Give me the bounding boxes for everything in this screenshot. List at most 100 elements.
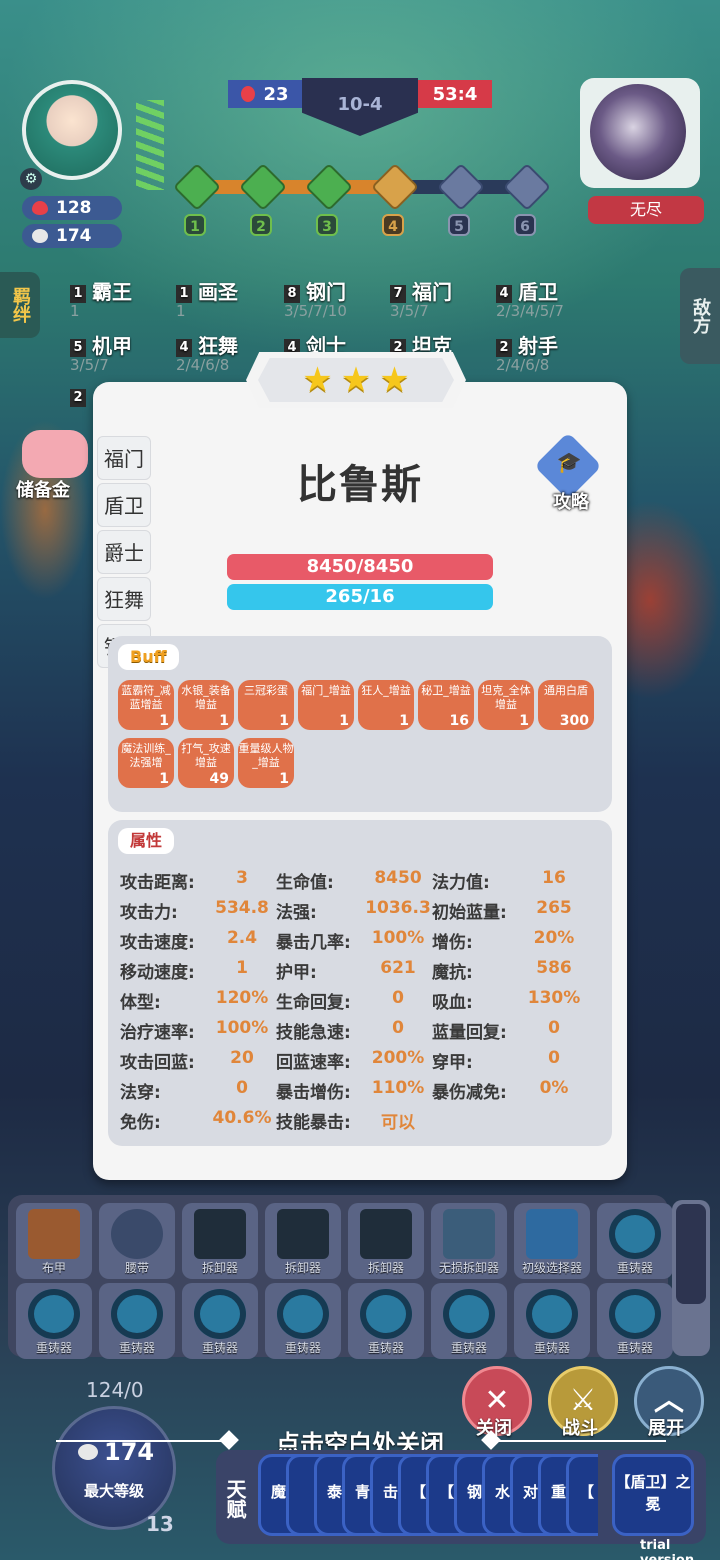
bench-slot-label: 拆卸器 (284, 1261, 321, 1275)
attribute-key: 魔抗: (432, 963, 473, 983)
bench-slot[interactable]: 初级选择器 (514, 1203, 590, 1279)
attribute-key: 生命回复: (276, 993, 351, 1013)
attribute-value: 8450 (374, 868, 422, 888)
buff-item[interactable]: 狂人_增益 1 (358, 680, 414, 730)
talent-cards: 魔泰青击【【钢水对重【 (258, 1454, 598, 1536)
trait-tab[interactable]: 爵士 (97, 530, 151, 574)
gear-icon (111, 1289, 163, 1339)
buff-item[interactable]: 水银_装备增益 1 (178, 680, 234, 730)
piggy-label: 储备金 (16, 480, 70, 501)
talent-card[interactable]: 【盾卫】之冕 (612, 1454, 694, 1536)
bench-slot[interactable]: 拆卸器 (265, 1203, 341, 1279)
bench-slot-label: 重铸器 (450, 1341, 487, 1355)
bench-slot[interactable]: 无损拆卸器 (431, 1203, 507, 1279)
buff-item[interactable]: 蓝霸符_减蓝增益 1 (118, 680, 174, 730)
buff-name: 魔法训练_法强增 (121, 742, 171, 769)
buff-item[interactable]: 魔法训练_法强增 1 (118, 738, 174, 788)
attribute-key: 攻击距离: (120, 873, 195, 893)
stage-progress (190, 180, 400, 194)
attribute-cell: 法力值: 16 (432, 868, 588, 898)
attribute-row: 体型: 120% 生命回复: 0 吸血: 130% (120, 988, 606, 1018)
synergy-item: 4 盾卫 (496, 276, 558, 305)
buff-item[interactable]: 打气_攻速增益 49 (178, 738, 234, 788)
bench-slot[interactable]: 重铸器 (99, 1283, 175, 1359)
enemy-name: 无尽 (588, 196, 704, 224)
bench-slot[interactable]: 重铸器 (182, 1283, 258, 1359)
settings-gear-icon[interactable]: ⚙ (20, 168, 42, 190)
attribute-cell: 生命回复: 0 (276, 988, 432, 1018)
bench-slot-label: 重铸器 (616, 1341, 653, 1355)
bench-slot[interactable]: 重铸器 (16, 1283, 92, 1359)
synergy-sub: 3/5/7 (390, 302, 429, 320)
synergy-tab[interactable]: 羁绊 (0, 272, 40, 338)
bench-slot[interactable]: 重铸器 (597, 1203, 673, 1279)
bench-slot[interactable]: 拆卸器 (348, 1203, 424, 1279)
buff-item[interactable]: 通用白盾 300 (538, 680, 594, 730)
attribute-key: 吸血: (432, 993, 473, 1013)
enemy-tab[interactable]: 敌方 (680, 268, 720, 364)
buff-list: 蓝霸符_减蓝增益 1 水银_装备增益 1 三冠彩蛋 1 福门_增益 1 狂人_增益 1 秘卫_增益 1… (118, 680, 608, 788)
attribute-key: 穿甲: (432, 1053, 473, 1073)
bench-slot-label: 腰带 (124, 1261, 149, 1275)
attribute-cell: 技能暴击: 可以 (276, 1108, 432, 1138)
buff-name: 三冠彩蛋 (244, 684, 288, 697)
buff-count: 1 (399, 713, 409, 729)
buff-name: 打气_攻速增益 (181, 742, 231, 769)
attribute-key: 技能急速: (276, 1023, 351, 1043)
strategy-button[interactable]: 🎓 攻略 (534, 432, 604, 513)
bench-slot[interactable]: 重铸器 (348, 1283, 424, 1359)
enemy-avatar[interactable] (580, 78, 700, 188)
graduation-cap-icon: 🎓 (556, 450, 582, 474)
scroll-thumb[interactable] (676, 1204, 706, 1304)
attribute-value: 621 (380, 958, 416, 978)
level-number: 13 (146, 1512, 174, 1536)
trait-tab[interactable]: 狂舞 (97, 577, 151, 621)
attribute-cell: 回蓝速率: 200% (276, 1048, 432, 1078)
star-icon: ★ (379, 360, 410, 400)
attribute-row: 免伤: 40.6% 技能暴击: 可以 (120, 1108, 606, 1138)
attribute-key: 暴击增伤: (276, 1083, 351, 1103)
bench-scrollbar[interactable] (672, 1200, 710, 1356)
bench-slot[interactable]: 重铸器 (265, 1283, 341, 1359)
buff-item[interactable]: 三冠彩蛋 1 (238, 680, 294, 730)
trait-tab[interactable]: 福门 (97, 436, 151, 480)
attribute-value: 120% (215, 988, 269, 1008)
remover-icon (360, 1209, 412, 1259)
synergy-item: 1 画圣 (176, 276, 238, 305)
attribute-cell: 攻击速度: 2.4 (120, 928, 276, 958)
attribute-row: 治疗速率: 100% 技能急速: 0 蓝量回复: 0 (120, 1018, 606, 1048)
mana-bar: 265/16 (227, 584, 493, 610)
synergy-item: 7 福门 (390, 276, 452, 305)
attribute-key: 暴击几率: (276, 933, 351, 953)
talent-card[interactable]: 【 (566, 1454, 598, 1536)
gold-value: 174 (56, 226, 92, 246)
hero-name: 比鲁斯 (297, 462, 423, 508)
attribute-cell: 吸血: 130% (432, 988, 588, 1018)
attribute-cell: 暴伤减免: 0% (432, 1078, 588, 1108)
bench-slot[interactable]: 重铸器 (431, 1283, 507, 1359)
bench-slot[interactable]: 布甲 (16, 1203, 92, 1279)
bench-slot[interactable]: 重铸器 (597, 1283, 673, 1359)
bench-slot[interactable]: 拆卸器 (182, 1203, 258, 1279)
buff-item[interactable]: 秘卫_增益 16 (418, 680, 474, 730)
attribute-cell: 穿甲: 0 (432, 1048, 588, 1078)
buff-item[interactable]: 福门_增益 1 (298, 680, 354, 730)
attribute-value: 265 (536, 898, 572, 918)
hp-bar: 8450/8450 (227, 554, 493, 580)
trial-watermark: trial version (640, 1538, 695, 1568)
gear-icon (609, 1289, 661, 1339)
piggy-bank-icon[interactable] (22, 430, 88, 478)
buff-name: 秘卫_增益 (421, 684, 471, 697)
buff-item[interactable]: 重量级人物_增益 1 (238, 738, 294, 788)
bench-slot[interactable]: 腰带 (99, 1203, 175, 1279)
attribute-cell: 初始蓝量: 265 (432, 898, 588, 928)
attribute-value: 110% (371, 1078, 425, 1098)
buff-item[interactable]: 坦克_全体增益 1 (478, 680, 534, 730)
tools-icon (443, 1209, 495, 1259)
synergy-sub: 3/5/7/10 (284, 302, 347, 320)
trait-tab[interactable]: 盾卫 (97, 483, 151, 527)
star-icon: ★ (302, 360, 333, 400)
player-avatar[interactable] (22, 80, 122, 180)
bench-slot[interactable]: 重铸器 (514, 1283, 590, 1359)
attribute-table: 攻击距离: 3 生命值: 8450 法力值: 16 攻击力: 534.8 法强: 1036.3 初始… (120, 868, 606, 1138)
